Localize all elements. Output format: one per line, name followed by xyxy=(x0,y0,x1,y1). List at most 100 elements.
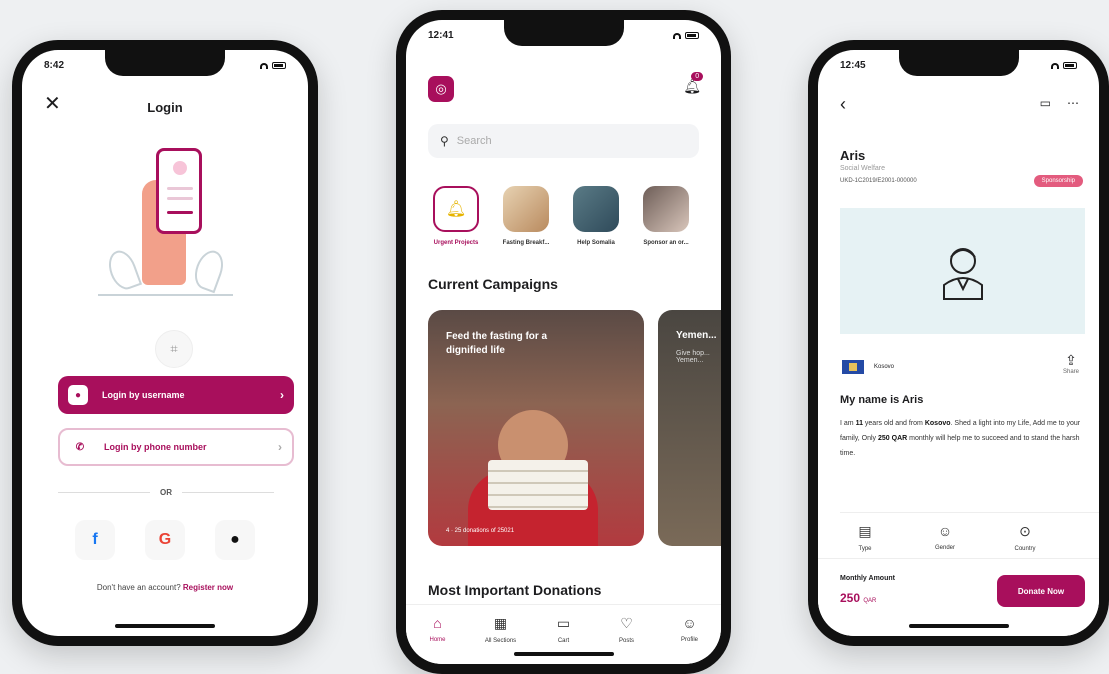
facebook-icon[interactable]: f xyxy=(75,520,115,560)
login-username-label: Login by username xyxy=(102,390,185,400)
login-phone-label: Login by phone number xyxy=(104,442,207,452)
story-label: Help Somalia xyxy=(577,240,615,246)
tab-posts[interactable]: ♡ Posts xyxy=(602,615,652,664)
tab-all-sections[interactable]: ▦ All Sections xyxy=(476,615,526,664)
monthly-amount-label: Monthly Amount xyxy=(840,575,895,582)
tab-label: Home xyxy=(429,637,446,643)
home-indicator xyxy=(115,624,215,628)
most-important-title: Most Important Donations xyxy=(428,582,602,598)
status-badge: Sponsorship xyxy=(1033,175,1083,187)
profile-icon: ☺ xyxy=(682,615,697,631)
apple-icon[interactable]: ● xyxy=(215,520,255,560)
currency: QAR xyxy=(863,598,877,604)
flag-icon xyxy=(842,360,864,374)
share-label: Share xyxy=(1062,369,1079,375)
country-row: Kosovo xyxy=(842,360,894,374)
country-name: Kosovo xyxy=(874,364,895,370)
stories-row: 🔔︎ Urgent Projects Fasting Breakf... Hel… xyxy=(432,186,690,246)
face-id-icon[interactable]: ⌗ xyxy=(155,330,193,368)
status-icons xyxy=(260,60,286,71)
search-input[interactable]: ⚲ Search xyxy=(428,124,699,158)
home-indicator xyxy=(513,652,614,656)
description-amount: 250 QAR xyxy=(878,435,908,442)
or-label: OR xyxy=(160,488,172,497)
story-item[interactable]: Fasting Breakf... xyxy=(502,186,550,246)
more-icon[interactable]: ⋯ xyxy=(1067,96,1079,110)
donate-now-button[interactable]: Donate Now xyxy=(997,575,1085,607)
app-logo-icon: ◎ xyxy=(428,76,454,102)
story-item[interactable]: Sponsor an or... xyxy=(642,186,690,246)
leaf-decoration xyxy=(103,246,143,294)
detail-screen: 12:45 ‹ ▭ ⋯ Aris Social Welfare UKD-1C20… xyxy=(818,50,1099,636)
person-icon: ☺ xyxy=(937,523,953,539)
tab-cart[interactable]: ▭ Cart xyxy=(539,615,589,664)
top-actions: ▭ ⋯ xyxy=(1040,96,1079,110)
story-thumbnail xyxy=(643,186,689,232)
chevron-right-icon: › xyxy=(278,440,282,454)
no-account-text: Don't have an account? xyxy=(96,583,181,592)
tab-home[interactable]: ⌂ Home xyxy=(413,615,463,664)
status-icons xyxy=(673,30,699,41)
monthly-amount: 250 QAR xyxy=(840,591,876,605)
battery-icon xyxy=(1063,62,1077,69)
person-image xyxy=(840,208,1085,334)
home-indicator xyxy=(908,624,1009,628)
chevron-right-icon: › xyxy=(280,388,284,402)
register-link[interactable]: Register now xyxy=(183,583,233,592)
divider-line xyxy=(58,492,150,493)
story-item[interactable]: Help Somalia xyxy=(572,186,620,246)
notch xyxy=(105,50,225,76)
current-campaigns-title: Current Campaigns xyxy=(428,276,558,292)
ground-line xyxy=(98,294,233,296)
line-decoration xyxy=(167,197,193,200)
story-thumbnail xyxy=(503,186,549,232)
avatar-illustration xyxy=(173,161,187,175)
person-name: Aris xyxy=(840,148,866,163)
story-item[interactable]: 🔔︎ Urgent Projects xyxy=(432,186,480,246)
back-icon[interactable]: ‹ xyxy=(840,94,846,115)
battery-icon xyxy=(685,32,699,39)
tab-profile[interactable]: ☺ Profile xyxy=(665,615,715,664)
wifi-icon xyxy=(673,32,681,39)
status-icons xyxy=(1051,60,1077,71)
login-screen: 8:42 ✕ Login ⌗ ● Login by username › ✆ L… xyxy=(22,50,308,636)
tab-label: All Sections xyxy=(484,638,517,644)
person-id: UKD-1C2019/E2001-000000 xyxy=(840,178,917,184)
clipboard-icon: ▤ xyxy=(858,523,872,539)
info-label: Country xyxy=(1014,546,1036,552)
social-login-row: f G ● xyxy=(22,520,308,560)
description-text: years old and from xyxy=(862,420,925,427)
status-time: 12:45 xyxy=(840,60,866,71)
info-label: Type xyxy=(858,546,872,552)
info-row: ▤ Type ☺ Gender ⊙ Country xyxy=(840,512,1099,552)
login-username-button[interactable]: ● Login by username › xyxy=(58,376,294,414)
login-phone-button[interactable]: ✆ Login by phone number › xyxy=(58,428,294,466)
story-label: Fasting Breakf... xyxy=(502,240,550,246)
line-decoration xyxy=(167,187,193,190)
description-age: 11 xyxy=(855,420,863,427)
campaign-card[interactable]: Feed the fasting for a dignified life 4 … xyxy=(428,310,644,546)
phone-detail: 12:45 ‹ ▭ ⋯ Aris Social Welfare UKD-1C20… xyxy=(808,40,1109,646)
info-country: ⊙ Country xyxy=(1000,523,1050,552)
campaign-card[interactable]: Yemen... Give hop... Yemen... xyxy=(658,310,721,546)
google-icon[interactable]: G xyxy=(145,520,185,560)
grid-icon: ▦ xyxy=(493,615,508,631)
tab-label: Posts xyxy=(618,638,634,644)
login-illustration xyxy=(98,140,233,296)
line-decoration xyxy=(167,211,193,214)
share-button[interactable]: ⇪ Share xyxy=(1063,352,1079,375)
campaign-photo-boxes xyxy=(488,460,588,510)
story-label: Sponsor an or... xyxy=(643,240,689,246)
info-gender: ☺ Gender xyxy=(920,523,970,552)
campaign-title: Yemen... xyxy=(676,330,717,341)
bell-icon[interactable]: 🔔︎ 0 xyxy=(683,72,704,95)
campaign-footer: 4 · 25 donations of 25021 xyxy=(446,528,515,534)
home-icon: ⌂ xyxy=(433,615,442,631)
description-text: I am xyxy=(840,420,856,427)
wifi-icon xyxy=(260,62,268,69)
battery-icon xyxy=(272,62,286,69)
leaf-decoration xyxy=(189,246,229,294)
story-label: Urgent Projects xyxy=(433,240,479,246)
archive-icon[interactable]: ▭ xyxy=(1040,96,1051,110)
description: I am 11 years old and from Kosovo. Shed … xyxy=(840,416,1085,461)
